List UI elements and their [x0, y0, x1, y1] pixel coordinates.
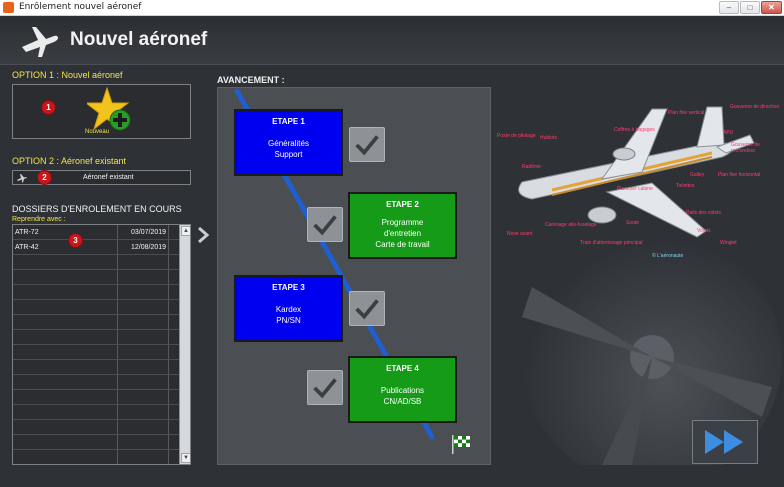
- row-divider: [13, 434, 179, 435]
- option1-title: OPTION 1 : Nouvel aéronef: [12, 70, 123, 80]
- scroll-down-button[interactable]: ▼: [181, 453, 190, 463]
- row-divider: [13, 449, 179, 450]
- step-description: Généralités Support: [268, 139, 309, 159]
- callout-label: Toilettes: [676, 183, 695, 189]
- row-divider: [13, 419, 179, 420]
- callout-label: Carénage aile-fuselage: [545, 222, 597, 228]
- scroll-up-button[interactable]: ▲: [181, 226, 190, 236]
- progress-title: AVANCEMENT :: [217, 75, 285, 85]
- dossiers-table: ATR-72 03/07/2019 ATR-42 12/08/2019 ▲ ▼: [12, 224, 191, 465]
- table-scrollbar[interactable]: ▲ ▼: [179, 225, 190, 464]
- step-title: ETAPE 2: [386, 200, 419, 209]
- step-badge-3: 3: [68, 233, 83, 248]
- callout-label: Gouverne de profondeur: [731, 142, 760, 154]
- app-icon: [3, 2, 14, 13]
- step-title: ETAPE 4: [386, 364, 419, 373]
- step-badge-2: 2: [37, 170, 52, 185]
- row-divider: [13, 314, 179, 315]
- airplane-small-icon: [17, 174, 27, 183]
- callout-label: APU: [723, 130, 734, 136]
- step-badge-1: 1: [41, 100, 56, 115]
- check-icon: [307, 207, 343, 242]
- next-button[interactable]: [692, 420, 758, 464]
- finish-flag-icon: [452, 435, 470, 454]
- check-icon: [307, 370, 343, 405]
- callout-label: Plancher cabine: [617, 186, 653, 192]
- step-title: ETAPE 3: [272, 283, 305, 292]
- window-titlebar: Enrôlement nouvel aéronef – □ ✕: [0, 0, 784, 16]
- step-4-button[interactable]: ETAPE 4 Publications CN/AD/SB: [348, 356, 457, 423]
- new-aircraft-button[interactable]: Nouveau: [12, 84, 191, 139]
- callout-label: Radôme: [522, 164, 541, 170]
- image-copyright: © L'aéronaute: [652, 253, 684, 259]
- resume-label: Reprendre avec :: [12, 216, 66, 223]
- row-divider: [13, 344, 179, 345]
- row-divider: [13, 269, 179, 270]
- row-divider: [13, 284, 179, 285]
- callout-label: Winglet: [720, 240, 737, 246]
- row-divider: [13, 299, 179, 300]
- page-title: Nouvel aéronef: [70, 29, 208, 50]
- aircraft-cell: ATR-72: [15, 229, 39, 236]
- check-icon: [349, 127, 385, 162]
- callout-label: Nose avant: [507, 231, 533, 237]
- row-divider: [13, 389, 179, 390]
- step-1-button[interactable]: ETAPE 1 Généralités Support: [234, 109, 343, 176]
- option2-title: OPTION 2 : Aéronef existant: [12, 156, 127, 166]
- callout-label: Plan fixe vertical: [668, 110, 705, 116]
- aircraft-cell: ATR-42: [15, 244, 39, 251]
- step-description: Publications CN/AD/SB: [380, 386, 425, 406]
- maximize-button[interactable]: □: [740, 1, 760, 14]
- step-title: ETAPE 1: [272, 117, 305, 126]
- callout-label: Coffres à bagages: [614, 127, 655, 133]
- callout-label: Volets: [697, 228, 711, 234]
- callout-label: Soute: [626, 220, 640, 226]
- callout-label: Train d'atterrissage principal: [580, 240, 643, 246]
- callout-label: Plan fixe horizontal: [718, 172, 761, 178]
- fast-forward-icon: [705, 430, 743, 454]
- chevron-right-icon[interactable]: [196, 226, 210, 244]
- callout-label: Hublots: [540, 135, 557, 141]
- row-divider: [13, 374, 179, 375]
- existing-aircraft-label: Aéronef existant: [83, 174, 134, 181]
- table-row[interactable]: ATR-42 12/08/2019: [13, 241, 179, 255]
- row-divider: [13, 404, 179, 405]
- star-add-icon: [87, 87, 131, 131]
- callout-label: Gouverne de direction: [730, 104, 780, 110]
- callout-label: Rails des volets: [686, 210, 722, 216]
- step-description: Kardex PN/SN: [275, 305, 302, 325]
- airplane-icon: [22, 27, 58, 57]
- dossiers-title: DOSSIERS D'ENROLEMENT EN COURS: [12, 204, 182, 214]
- table-row[interactable]: ATR-72 03/07/2019: [13, 226, 179, 240]
- close-button[interactable]: ✕: [761, 1, 782, 14]
- new-button-label: Nouveau: [85, 129, 110, 135]
- callout-label: Poste de pilotage: [497, 133, 536, 139]
- step-description: Programme d'entretien Carte de travail: [375, 218, 430, 249]
- page-header: Nouvel aéronef: [0, 17, 784, 65]
- callout-label: Galley: [690, 172, 705, 178]
- date-cell: 12/08/2019: [131, 244, 167, 251]
- date-cell: 03/07/2019: [131, 229, 167, 236]
- row-divider: [13, 329, 179, 330]
- minimize-button[interactable]: –: [719, 1, 739, 14]
- step-3-button[interactable]: ETAPE 3 Kardex PN/SN: [234, 275, 343, 342]
- step-2-button[interactable]: ETAPE 2 Programme d'entretien Carte de tra…: [348, 192, 457, 259]
- window-title: Enrôlement nouvel aéronef: [19, 2, 142, 12]
- check-icon: [349, 291, 385, 326]
- row-divider: [13, 359, 179, 360]
